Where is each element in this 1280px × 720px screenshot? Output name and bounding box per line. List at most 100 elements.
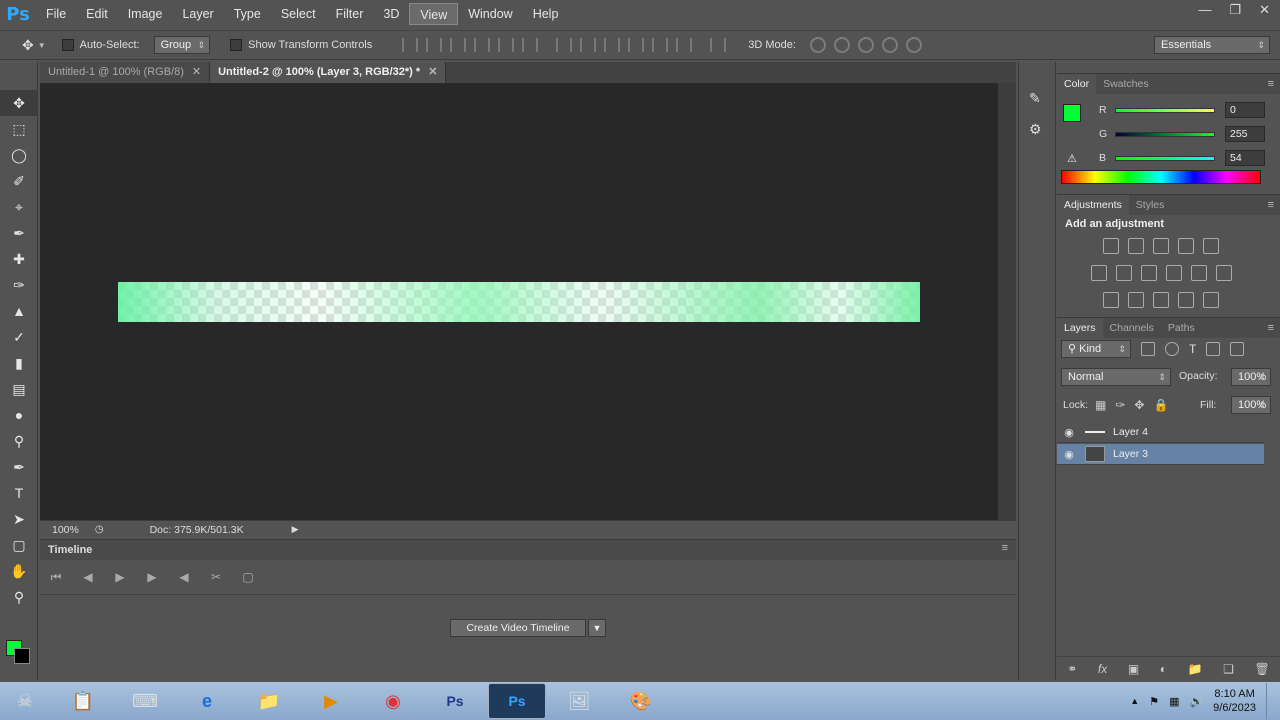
status-menu-arrow-icon[interactable]: ▶ bbox=[292, 524, 299, 535]
chevron-down-icon[interactable]: ▼ bbox=[588, 619, 606, 637]
path-selection-tool-icon[interactable]: ➤ bbox=[0, 506, 38, 532]
color-balance-icon[interactable] bbox=[1116, 265, 1132, 281]
restore-icon[interactable]: ❐ bbox=[1229, 2, 1241, 18]
tab-styles[interactable]: Styles bbox=[1129, 195, 1172, 215]
crop-tool-icon[interactable]: ⌖ bbox=[0, 194, 38, 220]
filter-pixel-icon[interactable] bbox=[1141, 342, 1155, 356]
layer-mask-icon[interactable]: ▣ bbox=[1128, 662, 1139, 676]
healing-brush-tool-icon[interactable]: ✚ bbox=[0, 246, 38, 272]
panel-menu-icon[interactable]: ≡ bbox=[1002, 542, 1008, 554]
fill-input[interactable]: 100% bbox=[1231, 396, 1271, 414]
lock-position-icon[interactable]: ✥ bbox=[1134, 398, 1144, 412]
levels-icon[interactable] bbox=[1128, 238, 1144, 254]
lock-transparent-icon[interactable]: ▦ bbox=[1095, 398, 1106, 412]
dodge-tool-icon[interactable]: ⚲ bbox=[0, 428, 38, 454]
g-slider[interactable] bbox=[1115, 131, 1215, 137]
curves-icon[interactable] bbox=[1153, 238, 1169, 254]
posterize-icon[interactable] bbox=[1128, 292, 1144, 308]
blend-mode-select[interactable]: Normal bbox=[1061, 368, 1171, 386]
menu-edit[interactable]: Edit bbox=[76, 3, 118, 25]
tab-adjustments[interactable]: Adjustments bbox=[1057, 195, 1129, 215]
tab-channels[interactable]: Channels bbox=[1103, 318, 1161, 338]
color-spectrum[interactable] bbox=[1061, 170, 1261, 184]
media-player-icon[interactable]: ▶ bbox=[302, 683, 360, 719]
exposure-icon[interactable] bbox=[1178, 238, 1194, 254]
menu-type[interactable]: Type bbox=[224, 3, 271, 25]
align-vcenter-icon[interactable] bbox=[426, 38, 443, 52]
taskbar-app-icon[interactable]: 📋 bbox=[54, 683, 112, 719]
channel-mixer-icon[interactable] bbox=[1191, 265, 1207, 281]
next-frame-icon[interactable]: ▶ bbox=[136, 570, 168, 584]
panel-menu-icon[interactable]: ≡ bbox=[1268, 199, 1274, 211]
new-group-icon[interactable]: 📁 bbox=[1188, 662, 1203, 676]
layer-filter-select[interactable]: ⚲ Kind bbox=[1061, 340, 1131, 358]
background-color-swatch[interactable] bbox=[14, 648, 30, 664]
canvas-area[interactable] bbox=[40, 83, 998, 520]
menu-view[interactable]: View bbox=[409, 3, 459, 25]
zoom-tool-icon[interactable]: ⚲ bbox=[0, 584, 38, 610]
transition-icon[interactable]: ▢ bbox=[232, 570, 264, 584]
b-value[interactable]: 54 bbox=[1225, 150, 1265, 166]
auto-select-checkbox[interactable] bbox=[61, 39, 74, 51]
clone-stamp-tool-icon[interactable]: ▲ bbox=[0, 298, 38, 324]
brush-tool-icon[interactable]: ✑ bbox=[0, 272, 38, 298]
tab-layers[interactable]: Layers bbox=[1057, 318, 1103, 338]
3d-scale-icon[interactable] bbox=[905, 37, 922, 53]
action-center-icon[interactable]: ⚑ bbox=[1149, 695, 1159, 708]
tray-expand-icon[interactable]: ▲ bbox=[1130, 696, 1139, 706]
gradient-tool-icon[interactable]: ▤ bbox=[0, 376, 38, 402]
eraser-tool-icon[interactable]: ▮ bbox=[0, 350, 38, 376]
distribute-left-icon[interactable] bbox=[628, 38, 645, 52]
hand-tool-icon[interactable]: ✋ bbox=[0, 558, 38, 584]
taskbar-keyboard-icon[interactable]: ⌨ bbox=[116, 683, 174, 719]
photoshop-taskbar-icon[interactable]: Ps bbox=[426, 683, 484, 719]
minimize-icon[interactable]: — bbox=[1198, 2, 1211, 18]
align-hcenter-icon[interactable] bbox=[498, 38, 515, 52]
start-button[interactable]: ☠ bbox=[0, 683, 50, 719]
blur-tool-icon[interactable]: ● bbox=[0, 402, 38, 428]
vertical-scrollbar[interactable] bbox=[998, 83, 1016, 520]
tab-untitled-2[interactable]: Untitled-2 @ 100% (Layer 3, RGB/32*) * ✕ bbox=[210, 62, 447, 83]
r-slider[interactable] bbox=[1115, 107, 1215, 113]
gamut-warning-icon[interactable]: ⚠ bbox=[1067, 152, 1077, 165]
history-brush-tool-icon[interactable]: ✓ bbox=[0, 324, 38, 350]
show-desktop-button[interactable] bbox=[1266, 683, 1276, 719]
paint-icon[interactable]: 🎨 bbox=[612, 683, 670, 719]
tab-untitled-1[interactable]: Untitled-1 @ 100% (RGB/8) ✕ bbox=[40, 62, 211, 83]
align-top-icon[interactable] bbox=[402, 38, 419, 52]
move-tool-icon[interactable]: ✥ bbox=[22, 37, 34, 54]
selective-color-icon[interactable] bbox=[1178, 292, 1194, 308]
photoshop-active-taskbar-icon[interactable]: Ps bbox=[488, 683, 546, 719]
workspace-select[interactable]: Essentials bbox=[1154, 36, 1270, 54]
layer-row[interactable]: ◉ Layer 3 bbox=[1057, 444, 1264, 465]
type-tool-icon[interactable]: T bbox=[0, 480, 38, 506]
distribute-right-icon[interactable] bbox=[676, 38, 693, 52]
filter-adjustment-icon[interactable] bbox=[1165, 342, 1179, 356]
3d-rotate-icon[interactable] bbox=[809, 37, 826, 53]
adjustment-layer-icon[interactable]: ◐ bbox=[1160, 662, 1167, 676]
opacity-input[interactable]: 100% bbox=[1231, 368, 1271, 386]
brightness-contrast-icon[interactable] bbox=[1103, 238, 1119, 254]
layer-row[interactable]: ◉ Layer 4 bbox=[1057, 422, 1264, 443]
pen-tool-icon[interactable]: ✒ bbox=[0, 454, 38, 480]
lock-pixels-icon[interactable]: ✑ bbox=[1115, 398, 1125, 412]
menu-window[interactable]: Window bbox=[458, 3, 522, 25]
chrome-icon[interactable]: ◉ bbox=[364, 683, 422, 719]
photo-filter-icon[interactable] bbox=[1166, 265, 1182, 281]
distribute-bottom-icon[interactable] bbox=[604, 38, 621, 52]
link-layers-icon[interactable]: ⚭ bbox=[1067, 662, 1077, 676]
filter-shape-icon[interactable] bbox=[1206, 342, 1221, 356]
threshold-icon[interactable] bbox=[1153, 292, 1169, 308]
audio-icon[interactable]: ◀ bbox=[168, 570, 200, 584]
menu-3d[interactable]: 3D bbox=[373, 3, 409, 25]
close-icon[interactable]: ✕ bbox=[1259, 2, 1270, 18]
tab-color[interactable]: Color bbox=[1057, 74, 1097, 94]
lock-all-icon[interactable]: 🔒 bbox=[1153, 398, 1168, 412]
3d-roll-icon[interactable] bbox=[833, 37, 850, 53]
g-value[interactable]: 255 bbox=[1225, 126, 1265, 142]
menu-image[interactable]: Image bbox=[118, 3, 173, 25]
move-tool-icon[interactable]: ✥ bbox=[0, 90, 38, 116]
hue-saturation-icon[interactable] bbox=[1091, 265, 1107, 281]
tab-paths[interactable]: Paths bbox=[1161, 318, 1202, 338]
distribute-top-icon[interactable] bbox=[556, 38, 573, 52]
